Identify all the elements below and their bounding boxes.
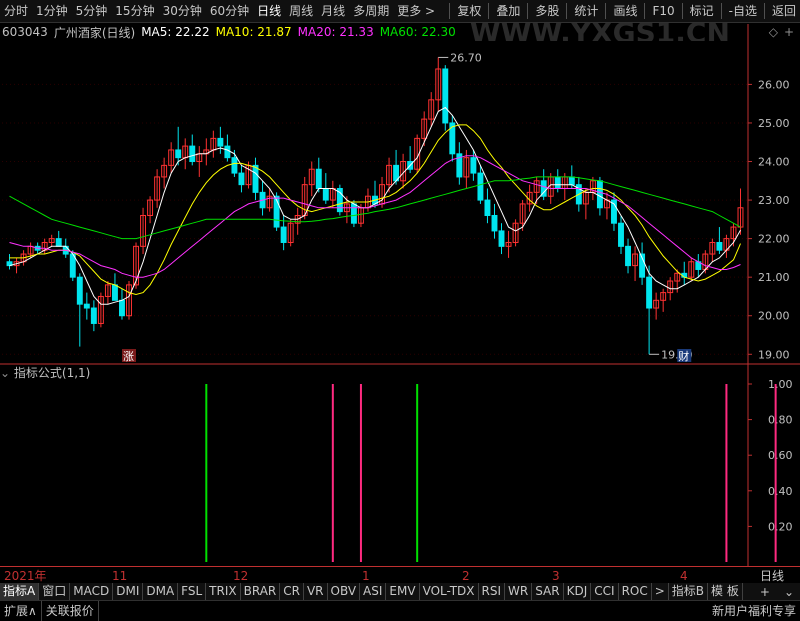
price-label: 25.00 <box>758 117 790 130</box>
price-label: 20.00 <box>758 310 790 323</box>
tab-0[interactable]: 指标A <box>0 583 40 600</box>
candle-body <box>76 276 83 305</box>
month-label: 12 <box>233 568 249 583</box>
tab-12[interactable]: EMV <box>386 583 420 600</box>
indicator-tick-label: 0.20 <box>768 520 793 533</box>
month-label: 1 <box>362 568 370 583</box>
tab-8[interactable]: CR <box>280 583 304 600</box>
indicator-tick-label: 0.60 <box>768 449 793 462</box>
tab-7[interactable]: BRAR <box>241 583 281 600</box>
candle-body <box>231 157 238 174</box>
indicator-tick-label: 1.00 <box>768 378 793 391</box>
candle-body <box>491 214 498 232</box>
candle-body <box>477 172 484 201</box>
price-label: 23.00 <box>758 194 790 207</box>
candle-body <box>238 172 245 186</box>
indicator-label[interactable]: ⌄ 指标公式(1,1) <box>0 364 90 382</box>
price-label: 24.00 <box>758 156 790 169</box>
candle-body <box>596 180 603 209</box>
candle-body <box>111 284 118 301</box>
high-label: 26.70 <box>450 51 482 64</box>
candle-body <box>280 226 287 243</box>
tab-16[interactable]: SAR <box>532 583 564 600</box>
candle-body <box>315 168 322 190</box>
month-label: 3 <box>552 568 560 583</box>
tab-2[interactable]: MACD <box>70 583 114 600</box>
tab-13[interactable]: VOL-TDX <box>420 583 479 600</box>
candle-body <box>442 68 449 124</box>
tab-9[interactable]: VR <box>304 583 328 600</box>
tab-22[interactable]: 模 板 <box>708 583 743 600</box>
month-label: 4 <box>680 568 688 583</box>
year-label: 2021年 <box>4 569 47 583</box>
tab-11[interactable]: ASI <box>360 583 387 600</box>
candle-body <box>83 303 90 309</box>
candle-body <box>322 188 329 201</box>
candle-body <box>189 145 196 163</box>
candle-body <box>470 157 477 174</box>
price-label: 22.00 <box>758 233 790 246</box>
price-label: 26.00 <box>758 78 790 91</box>
related-quotes-button[interactable]: 关联报价 <box>42 601 99 621</box>
price-label: 21.00 <box>758 271 790 284</box>
candle-body <box>175 149 182 159</box>
tab-21[interactable]: 指标B <box>669 583 709 600</box>
period-indicator: 日线 <box>760 569 785 583</box>
candle-body <box>618 222 624 247</box>
expand-button[interactable]: 扩展∧ <box>0 601 42 621</box>
cai-marker: 财 <box>678 349 689 363</box>
candle-body <box>252 164 259 193</box>
ma10-line <box>9 124 741 296</box>
promo-link[interactable]: 新用户福利专享 <box>708 601 800 621</box>
chevron-down-icon[interactable]: ⌄ <box>778 585 800 599</box>
indicator-tick-label: 0.40 <box>768 485 793 498</box>
candle-body <box>224 145 231 159</box>
candle-body <box>119 299 125 317</box>
tab-19[interactable]: ROC <box>619 583 652 600</box>
tab-15[interactable]: WR <box>505 583 533 600</box>
tab-17[interactable]: KDJ <box>564 583 592 600</box>
month-label: 2 <box>462 568 470 583</box>
add-tab-icon[interactable]: + <box>752 585 778 599</box>
candle-body <box>90 307 97 324</box>
status-bar: 扩展∧ 关联报价 新用户福利专享 <box>0 600 800 621</box>
tab-18[interactable]: CCI <box>591 583 619 600</box>
time-axis: 2021年 11 12 1 2 3 4 日线 <box>0 566 800 584</box>
candle-body <box>55 238 62 247</box>
candle-body <box>350 203 357 224</box>
zhang-marker: 涨 <box>123 350 134 363</box>
candle-body <box>716 241 723 251</box>
kline-chart[interactable]: 26.0025.0024.0023.0022.0021.0020.0019.00… <box>0 0 800 620</box>
collapse-icon[interactable]: ⌄ <box>0 366 10 380</box>
candle-body <box>554 176 561 190</box>
candle-body <box>646 276 653 309</box>
indicator-tick-label: 0.80 <box>768 414 793 427</box>
tab-4[interactable]: DMA <box>143 583 179 600</box>
tab-1[interactable]: 窗口 <box>39 583 71 600</box>
candle-body <box>625 245 631 267</box>
month-label: 11 <box>112 568 128 583</box>
tab-6[interactable]: TRIX <box>206 583 241 600</box>
candle-body <box>217 137 224 147</box>
tab-14[interactable]: RSI <box>479 583 506 600</box>
indicator-tabs: 指标A 窗口 MACD DMI DMA FSL TRIX BRAR CR VR OBV ASI EMV V… <box>0 583 800 600</box>
indicator-name: 指标公式(1,1) <box>13 366 91 380</box>
candle-body <box>498 230 505 247</box>
tab-3[interactable]: DMI <box>113 583 144 600</box>
candle-body <box>568 176 575 186</box>
tab-5[interactable]: FSL <box>178 583 207 600</box>
price-label: 19.00 <box>758 348 790 361</box>
candle-body <box>484 199 491 216</box>
tab-20[interactable]: > <box>652 583 669 600</box>
tab-10[interactable]: OBV <box>328 583 361 600</box>
